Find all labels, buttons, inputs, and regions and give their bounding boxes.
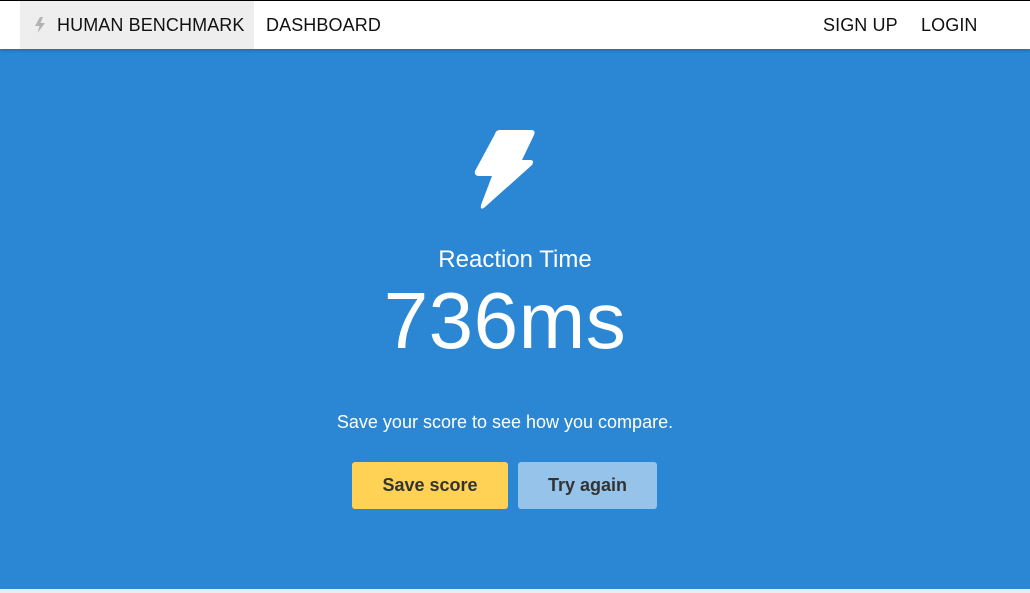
nav-login-label: LOGIN [921, 14, 978, 35]
nav-dashboard-label: DASHBOARD [266, 14, 381, 35]
try-again-button[interactable]: Try again [518, 462, 657, 509]
lightning-bolt-icon [474, 130, 535, 209]
result-panel: Reaction Time 736ms Save your score to s… [0, 49, 1030, 589]
reaction-time-score: 736ms [383, 276, 627, 365]
nav-signup-label: SIGN UP [823, 14, 898, 35]
save-score-button[interactable]: Save score [352, 462, 508, 509]
brand-name: HUMAN BENCHMARK [57, 14, 245, 35]
nav-dashboard-link[interactable]: DASHBOARD [266, 1, 381, 49]
save-hint-text: Save your score to see how you compare. [336, 412, 674, 432]
lightning-bolt-icon [33, 17, 47, 33]
test-title: Reaction Time [438, 246, 592, 273]
nav-login-link[interactable]: LOGIN [921, 1, 978, 49]
brand-home-link[interactable]: HUMAN BENCHMARK [20, 1, 254, 49]
top-navigation-bar: HUMAN BENCHMARK DASHBOARD SIGN UP LOGIN [0, 0, 1030, 49]
nav-signup-link[interactable]: SIGN UP [823, 1, 898, 49]
page: HUMAN BENCHMARK DASHBOARD SIGN UP LOGIN … [0, 0, 1030, 593]
